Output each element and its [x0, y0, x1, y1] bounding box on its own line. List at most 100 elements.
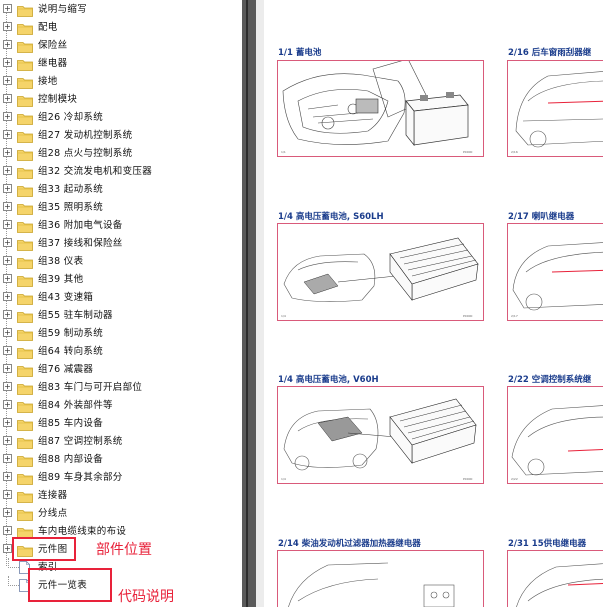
- card-caption: 1/4: [281, 477, 286, 481]
- tree-item[interactable]: + 组64 转向系统: [0, 342, 242, 360]
- tree-item[interactable]: + 组32 交流发电机和变压器: [0, 162, 242, 180]
- expand-icon[interactable]: +: [3, 346, 12, 355]
- expand-icon[interactable]: +: [3, 292, 12, 301]
- expand-icon[interactable]: +: [3, 130, 12, 139]
- expand-icon[interactable]: +: [3, 418, 12, 427]
- expand-icon[interactable]: +: [3, 22, 12, 31]
- tree-item-label: 组39 其他: [38, 274, 84, 285]
- expand-icon[interactable]: +: [3, 454, 12, 463]
- expand-icon[interactable]: +: [3, 40, 12, 49]
- folder-icon: [17, 128, 33, 143]
- component-card-rear-wiper-relay[interactable]: 2/16: [507, 60, 603, 157]
- folder-icon: [17, 74, 33, 89]
- tree-item-label: 组88 内部设备: [38, 454, 104, 465]
- expand-icon[interactable]: +: [3, 310, 12, 319]
- tree-item[interactable]: + 组27 发动机控制系统: [0, 126, 242, 144]
- tree-item-label: 组38 仪表: [38, 256, 84, 267]
- tree-item[interactable]: + 组55 驻车制动器: [0, 306, 242, 324]
- card-code: P0000: [463, 314, 473, 318]
- tree-item-label: 组33 起动系统: [38, 184, 104, 195]
- tree-item[interactable]: + 组39 其他: [0, 270, 242, 288]
- tree-item-label: 控制模块: [38, 94, 78, 105]
- expand-icon[interactable]: +: [3, 148, 12, 157]
- tree-item[interactable]: + 组85 车内设备: [0, 414, 242, 432]
- expand-icon[interactable]: +: [3, 544, 12, 553]
- card-title: 1/1 蓄电池: [278, 48, 322, 58]
- component-card-diesel-filter-relay[interactable]: [277, 550, 484, 607]
- expand-icon[interactable]: +: [3, 508, 12, 517]
- tree-item[interactable]: + 组83 车门与可开启部位: [0, 378, 242, 396]
- tree-item-label: 组37 接线和保险丝: [38, 238, 123, 249]
- front-car-illustration: [511, 405, 603, 476]
- car-illustration: [516, 563, 603, 607]
- rear-car-illustration: [515, 71, 603, 148]
- hv-battery-illustration: [283, 237, 479, 302]
- expand-icon[interactable]: +: [3, 328, 12, 337]
- parts-location-annotation: 部件位置: [96, 542, 152, 558]
- card-caption: 1/1: [281, 150, 286, 154]
- tree-item[interactable]: + 分线点: [0, 504, 242, 522]
- tree-item[interactable]: + 控制模块: [0, 90, 242, 108]
- folder-icon: [17, 2, 33, 17]
- tree-item[interactable]: + 组43 变速箱: [0, 288, 242, 306]
- expand-icon[interactable]: +: [3, 274, 12, 283]
- tree-item[interactable]: + 连接器: [0, 486, 242, 504]
- tree-item[interactable]: + 接地: [0, 72, 242, 90]
- expand-icon[interactable]: +: [3, 220, 12, 229]
- tree-item[interactable]: + 组87 空调控制系统: [0, 432, 242, 450]
- pdf-viewer[interactable]: 1/1 蓄电池 1/1 P0000 2/16 后车窗雨刮器继 2/16 1/4 …: [256, 0, 603, 607]
- expand-icon[interactable]: +: [3, 364, 12, 373]
- folder-icon: [17, 380, 33, 395]
- component-card-battery[interactable]: 1/1 P0000: [277, 60, 484, 157]
- expand-icon[interactable]: +: [3, 58, 12, 67]
- folder-icon: [17, 200, 33, 215]
- component-card-horn-relay[interactable]: 2/17: [507, 223, 603, 321]
- folder-icon: [17, 110, 33, 125]
- folder-icon: [17, 362, 33, 377]
- expand-icon[interactable]: +: [3, 526, 12, 535]
- tree-item[interactable]: + 保险丝: [0, 36, 242, 54]
- tree-item[interactable]: + 组76 减震器: [0, 360, 242, 378]
- folder-icon: [17, 272, 33, 287]
- component-card-hv-battery-v60[interactable]: 1/4 P0000: [277, 386, 484, 484]
- expand-icon[interactable]: +: [3, 166, 12, 175]
- expand-icon[interactable]: +: [3, 490, 12, 499]
- expand-icon[interactable]: +: [3, 202, 12, 211]
- card-title: 2/16 后车窗雨刮器继: [508, 48, 592, 58]
- folder-icon: [17, 236, 33, 251]
- tree-item[interactable]: + 组89 车身其余部分: [0, 468, 242, 486]
- expand-icon[interactable]: +: [3, 238, 12, 247]
- component-card-hv-battery-s60[interactable]: 1/4 P0000: [277, 223, 484, 321]
- tree-item[interactable]: + 继电器: [0, 54, 242, 72]
- expand-icon[interactable]: +: [3, 76, 12, 85]
- tree-item[interactable]: + 组28 点火与控制系统: [0, 144, 242, 162]
- expand-icon[interactable]: +: [3, 382, 12, 391]
- folder-icon: [17, 524, 33, 539]
- expand-icon[interactable]: +: [3, 94, 12, 103]
- expand-icon[interactable]: +: [3, 4, 12, 13]
- expand-icon[interactable]: +: [3, 256, 12, 265]
- tree-item[interactable]: + 组84 外装部件等: [0, 396, 242, 414]
- tree-item[interactable]: + 组36 附加电气设备: [0, 216, 242, 234]
- component-card-15-supply-relay[interactable]: [507, 550, 603, 607]
- panel-splitter[interactable]: [242, 0, 256, 607]
- tree-item[interactable]: + 配电: [0, 18, 242, 36]
- tree-item-label: 组87 空调控制系统: [38, 436, 123, 447]
- tree-item[interactable]: + 组35 照明系统: [0, 198, 242, 216]
- expand-icon[interactable]: +: [3, 184, 12, 193]
- tree-item[interactable]: + 组59 制动系统: [0, 324, 242, 342]
- tree-item[interactable]: + 组26 冷却系统: [0, 108, 242, 126]
- component-card-ac-relay[interactable]: 2/22: [507, 386, 603, 484]
- expand-icon[interactable]: +: [3, 112, 12, 121]
- expand-icon[interactable]: +: [3, 400, 12, 409]
- hv-battery-illustration: [283, 398, 477, 471]
- expand-icon[interactable]: +: [3, 472, 12, 481]
- tree-item[interactable]: + 组37 接线和保险丝: [0, 234, 242, 252]
- tree-item[interactable]: + 组38 仪表: [0, 252, 242, 270]
- folder-icon: [17, 38, 33, 53]
- expand-icon[interactable]: +: [3, 436, 12, 445]
- tree-item[interactable]: + 说明与缩写: [0, 0, 242, 18]
- folder-icon: [17, 20, 33, 35]
- tree-item[interactable]: + 组33 起动系统: [0, 180, 242, 198]
- tree-item[interactable]: + 组88 内部设备: [0, 450, 242, 468]
